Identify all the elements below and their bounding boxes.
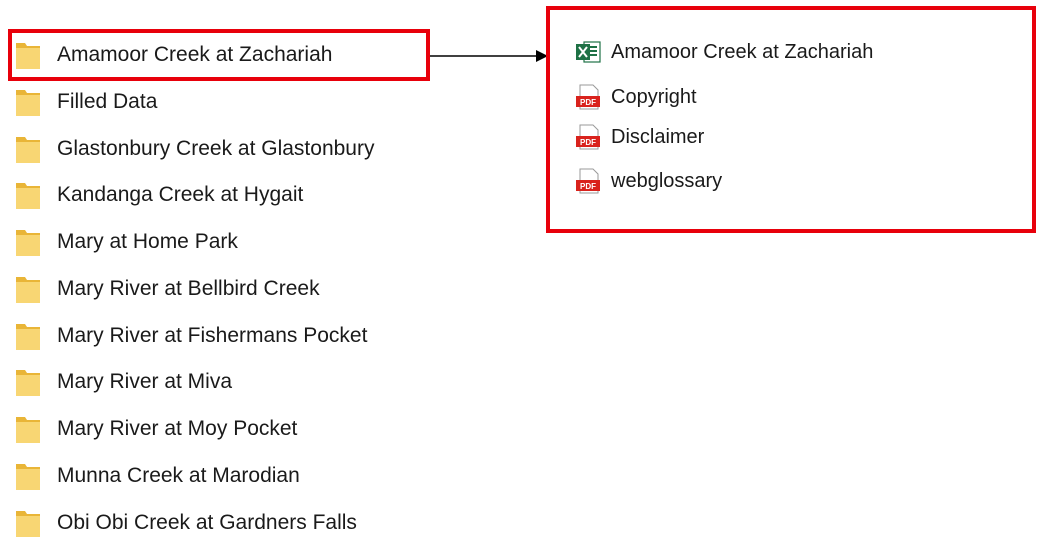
folder-icon bbox=[16, 183, 40, 209]
file-item[interactable]: PDF webglossary bbox=[575, 166, 722, 196]
folder-icon bbox=[16, 137, 40, 163]
folder-item[interactable]: Mary River at Miva bbox=[15, 364, 232, 400]
folder-item[interactable]: Mary River at Fishermans Pocket bbox=[15, 318, 367, 354]
folder-label: Obi Obi Creek at Gardners Falls bbox=[57, 511, 357, 534]
folder-label: Mary River at Fishermans Pocket bbox=[57, 324, 368, 347]
folder-item[interactable]: Kandanga Creek at Hygait bbox=[15, 177, 303, 213]
folder-icon bbox=[16, 230, 40, 256]
folder-item[interactable]: Mary River at Bellbird Creek bbox=[15, 271, 320, 307]
connector-arrow bbox=[430, 50, 548, 62]
folder-item[interactable]: Glastonbury Creek at Glastonbury bbox=[15, 131, 374, 167]
folder-label: Mary River at Moy Pocket bbox=[57, 417, 298, 440]
file-item[interactable]: Amamoor Creek at Zachariah bbox=[575, 37, 873, 67]
folder-label: Glastonbury Creek at Glastonbury bbox=[57, 137, 375, 160]
folder-label: Kandanga Creek at Hygait bbox=[57, 183, 304, 206]
folder-icon bbox=[16, 370, 40, 396]
pdf-icon: PDF bbox=[576, 168, 600, 194]
folder-item[interactable]: Munna Creek at Marodian bbox=[15, 458, 300, 494]
file-label: Copyright bbox=[611, 85, 697, 108]
pdf-icon: PDF bbox=[576, 84, 600, 110]
excel-icon bbox=[576, 41, 601, 63]
file-item[interactable]: PDF Copyright bbox=[575, 82, 697, 112]
folder-icon bbox=[16, 417, 40, 443]
folder-item[interactable]: Filled Data bbox=[15, 84, 157, 120]
svg-text:PDF: PDF bbox=[580, 98, 596, 107]
folder-item[interactable]: Mary at Home Park bbox=[15, 224, 238, 260]
folder-list: Amamoor Creek at Zachariah Filled Data G… bbox=[0, 0, 440, 550]
svg-text:PDF: PDF bbox=[580, 138, 596, 147]
folder-item[interactable]: Obi Obi Creek at Gardners Falls bbox=[15, 505, 357, 541]
svg-text:PDF: PDF bbox=[580, 182, 596, 191]
folder-icon bbox=[16, 464, 40, 490]
folder-item[interactable]: Mary River at Moy Pocket bbox=[15, 411, 297, 447]
folder-label: Filled Data bbox=[57, 90, 158, 113]
file-label: Disclaimer bbox=[611, 125, 705, 148]
folder-icon bbox=[16, 324, 40, 350]
file-label: webglossary bbox=[611, 169, 723, 192]
folder-icon bbox=[16, 90, 40, 116]
file-label: Amamoor Creek at Zachariah bbox=[611, 40, 874, 63]
folder-label: Mary River at Miva bbox=[57, 370, 233, 393]
pdf-icon: PDF bbox=[576, 124, 600, 150]
folder-label: Munna Creek at Marodian bbox=[57, 464, 300, 487]
folder-label: Mary at Home Park bbox=[57, 230, 238, 253]
folder-label: Mary River at Bellbird Creek bbox=[57, 277, 320, 300]
selected-folder-highlight bbox=[8, 29, 430, 81]
folder-icon bbox=[16, 511, 40, 537]
folder-icon bbox=[16, 277, 40, 303]
file-item[interactable]: PDF Disclaimer bbox=[575, 122, 704, 152]
